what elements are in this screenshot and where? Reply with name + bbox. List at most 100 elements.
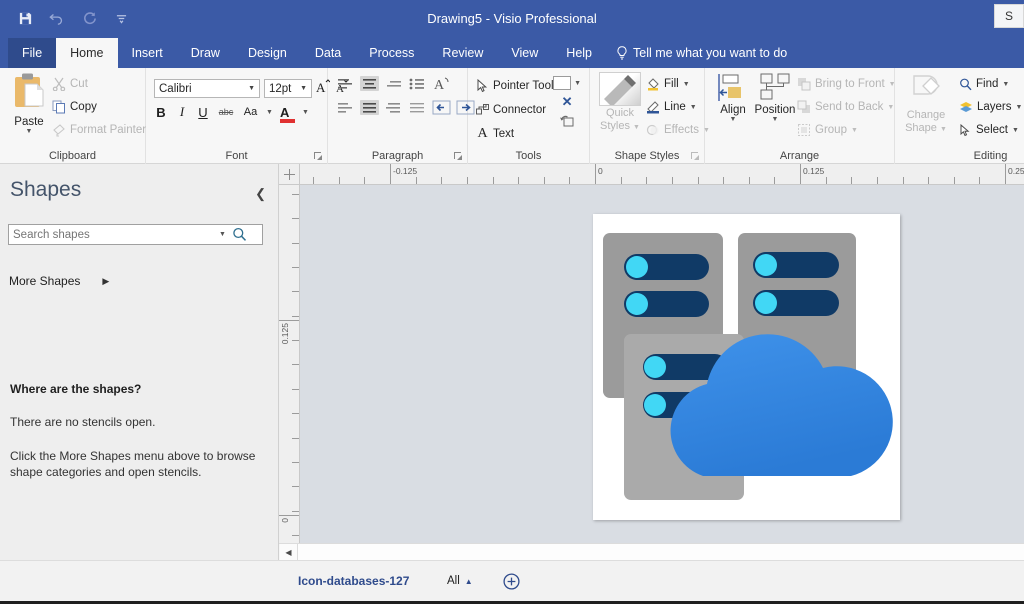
change-shape-caret-icon[interactable]: ▼ — [940, 126, 947, 133]
align-caret-icon[interactable]: ▼ — [711, 116, 755, 123]
bold-button[interactable]: B — [154, 105, 168, 120]
ribbon-group-paragraph: A Paragraph — [328, 68, 475, 164]
rotate-shape-icon[interactable] — [559, 114, 575, 128]
font-color-caret-icon[interactable]: ▼ — [302, 109, 309, 116]
search-options-caret-icon[interactable]: ▼ — [219, 231, 226, 238]
tell-me-search[interactable]: Tell me what you want to do — [606, 38, 797, 68]
close-x-icon[interactable]: ✕ — [562, 94, 573, 110]
position-caret-icon[interactable]: ▼ — [753, 116, 797, 123]
fill-swatch-button[interactable] — [553, 76, 572, 90]
line-caret-icon[interactable]: ▼ — [690, 104, 697, 111]
format-painter-button[interactable]: Format Painter — [52, 120, 146, 140]
paragraph-dialog-launcher-icon[interactable] — [454, 152, 463, 161]
align-right-icon[interactable] — [384, 76, 403, 91]
align-bottom-icon[interactable] — [384, 100, 403, 115]
font-name-combobox[interactable]: Calibri ▼ — [154, 79, 260, 98]
layers-button[interactable]: Layers ▼ — [959, 97, 1022, 117]
align-top-icon[interactable] — [336, 100, 355, 115]
ribbon-group-font: Calibri ▼ 12pt ▼ A A B I U abc Aa ▼ A ▼ … — [146, 68, 348, 164]
shape-styles-dialog-launcher-icon[interactable] — [691, 152, 700, 161]
text-tool-button[interactable]: A Text — [476, 124, 554, 144]
strikethrough-button[interactable]: abc — [217, 107, 235, 117]
add-page-icon[interactable] — [503, 573, 520, 590]
font-dialog-launcher-icon[interactable] — [314, 152, 323, 161]
vertical-ruler[interactable]: 0.125 0 — [279, 185, 300, 543]
select-pointer-icon — [960, 123, 970, 136]
line-pen-icon — [647, 101, 659, 114]
find-caret-icon[interactable]: ▼ — [1002, 81, 1009, 88]
fill-button[interactable]: Fill ▼ — [646, 74, 710, 94]
justify-icon[interactable] — [408, 100, 427, 115]
align-button[interactable]: Align ▼ — [711, 72, 755, 123]
font-size-combobox[interactable]: 12pt ▼ — [264, 79, 312, 98]
find-button[interactable]: Find ▼ — [959, 74, 1022, 94]
drawing-page[interactable] — [593, 214, 900, 520]
change-case-button[interactable]: Aa — [242, 106, 259, 118]
send-to-back-caret-icon[interactable]: ▼ — [887, 104, 894, 111]
connector-button[interactable]: Connector — [476, 100, 554, 120]
more-shapes-menu[interactable]: More Shapes ▶ — [9, 274, 109, 288]
cut-button[interactable]: Cut — [52, 74, 146, 94]
line-button[interactable]: Line ▼ — [646, 97, 710, 117]
ruler-corner[interactable] — [279, 164, 300, 185]
select-button[interactable]: Select ▼ — [959, 120, 1022, 140]
italic-button[interactable]: I — [175, 104, 189, 120]
horizontal-ruler[interactable]: -0.125 0 0.125 0.25 — [300, 164, 1024, 185]
quick-styles-caret-icon[interactable]: ▼ — [633, 124, 640, 131]
tab-view[interactable]: View — [497, 38, 552, 68]
window-corner-button[interactable]: S — [994, 4, 1024, 28]
paintbrush-icon — [53, 124, 65, 137]
tab-draw[interactable]: Draw — [177, 38, 234, 68]
change-case-caret-icon[interactable]: ▼ — [266, 109, 273, 116]
layers-caret-icon[interactable]: ▼ — [1016, 104, 1023, 111]
search-shapes-field[interactable]: ▼ — [8, 224, 263, 245]
page-tab-icon-databases[interactable]: Icon-databases-127 — [298, 574, 409, 588]
tab-insert[interactable]: Insert — [118, 38, 177, 68]
ruler-minor-tick — [569, 177, 570, 184]
underline-button[interactable]: U — [196, 105, 210, 120]
align-middle-icon[interactable] — [360, 100, 379, 115]
effects-button[interactable]: Effects ▼ — [646, 120, 710, 140]
change-shape-button[interactable]: Change Shape ▼ — [897, 72, 955, 134]
tab-process[interactable]: Process — [355, 38, 428, 68]
font-size-caret-icon[interactable]: ▼ — [300, 85, 307, 92]
paste-button[interactable]: Paste ▼ — [6, 72, 52, 135]
send-to-back-button[interactable]: Send to Back ▼ — [797, 97, 896, 117]
ruler-minor-tick — [292, 389, 299, 390]
drawing-canvas[interactable] — [300, 185, 1024, 543]
tab-data[interactable]: Data — [301, 38, 355, 68]
search-icon[interactable] — [232, 227, 247, 242]
bullet-list-icon[interactable] — [408, 76, 427, 91]
tab-design[interactable]: Design — [234, 38, 301, 68]
bring-to-front-button[interactable]: Bring to Front ▼ — [797, 74, 896, 94]
ribbon-group-arrange: Align ▼ Position ▼ Bring to Front ▼ Send — [705, 68, 896, 164]
scroll-left-icon[interactable]: ◀ — [280, 544, 297, 560]
position-button[interactable]: Position ▼ — [753, 72, 797, 123]
fill-swatch-caret-icon[interactable]: ▼ — [574, 80, 581, 87]
fill-caret-icon[interactable]: ▼ — [683, 81, 690, 88]
font-name-caret-icon[interactable]: ▼ — [248, 85, 255, 92]
quick-styles-button[interactable]: Quick Styles ▼ — [596, 72, 644, 132]
ruler-minor-tick — [723, 177, 724, 184]
tab-file[interactable]: File — [8, 38, 57, 68]
text-direction-icon[interactable]: A — [432, 76, 451, 91]
horizontal-scrollbar[interactable]: ◀ — [279, 543, 1024, 560]
scrollbar-track[interactable] — [297, 544, 1024, 560]
all-pages-button[interactable]: All ▲ — [447, 575, 473, 587]
group-caret-icon[interactable]: ▼ — [851, 127, 858, 134]
search-shapes-input[interactable] — [13, 226, 219, 243]
font-color-button[interactable]: A — [279, 105, 295, 123]
tab-home[interactable]: Home — [56, 38, 118, 68]
decrease-indent-icon[interactable] — [432, 100, 451, 115]
select-caret-icon[interactable]: ▼ — [1012, 127, 1019, 134]
align-left-icon[interactable] — [336, 76, 355, 91]
copy-button[interactable]: Copy — [52, 97, 146, 117]
databases-cloud-icon[interactable] — [593, 214, 900, 520]
group-button[interactable]: Group ▼ — [797, 120, 896, 140]
tab-review[interactable]: Review — [428, 38, 497, 68]
paste-caret-icon[interactable]: ▼ — [6, 128, 52, 135]
pointer-tool-button[interactable]: Pointer Tool — [476, 76, 554, 96]
align-center-icon[interactable] — [360, 76, 379, 91]
tab-help[interactable]: Help — [552, 38, 606, 68]
collapse-panel-icon[interactable]: ❮ — [255, 186, 266, 202]
